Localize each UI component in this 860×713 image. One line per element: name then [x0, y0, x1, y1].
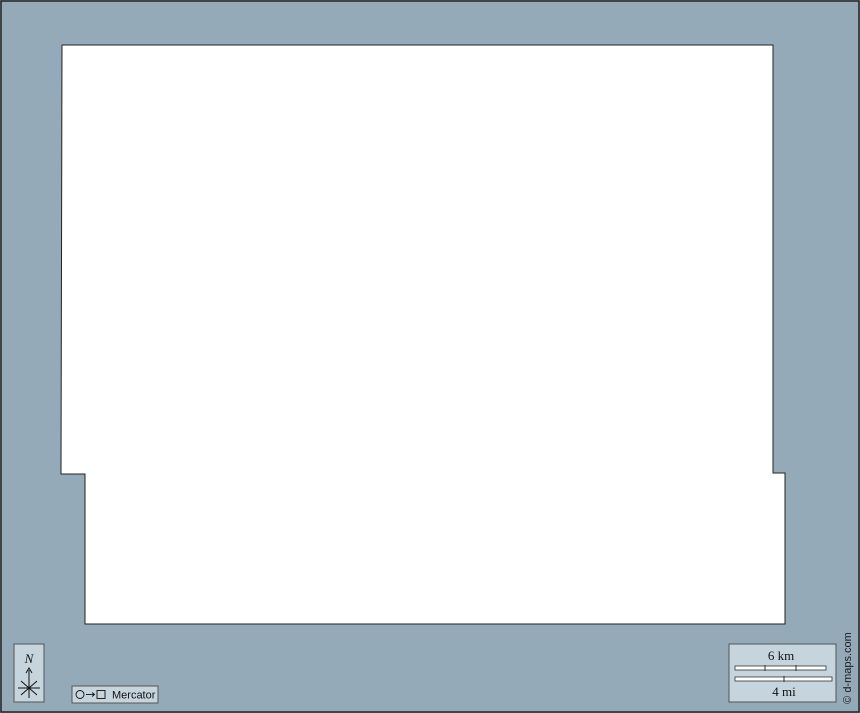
scale-km-label: 6 km: [768, 648, 794, 663]
north-label: N: [24, 651, 35, 666]
map-canvas: N Mercator 6 km 4 mi © d-maps.com: [0, 0, 860, 713]
projection-label: Mercator: [112, 690, 156, 702]
credit-text: © d-maps.com: [842, 632, 854, 704]
land-area: [60, 44, 786, 625]
north-arrow: N: [13, 643, 45, 703]
scale-mi-label: 4 mi: [772, 684, 796, 699]
scale-bar: 6 km 4 mi: [728, 643, 837, 703]
projection-box: Mercator: [71, 685, 159, 704]
